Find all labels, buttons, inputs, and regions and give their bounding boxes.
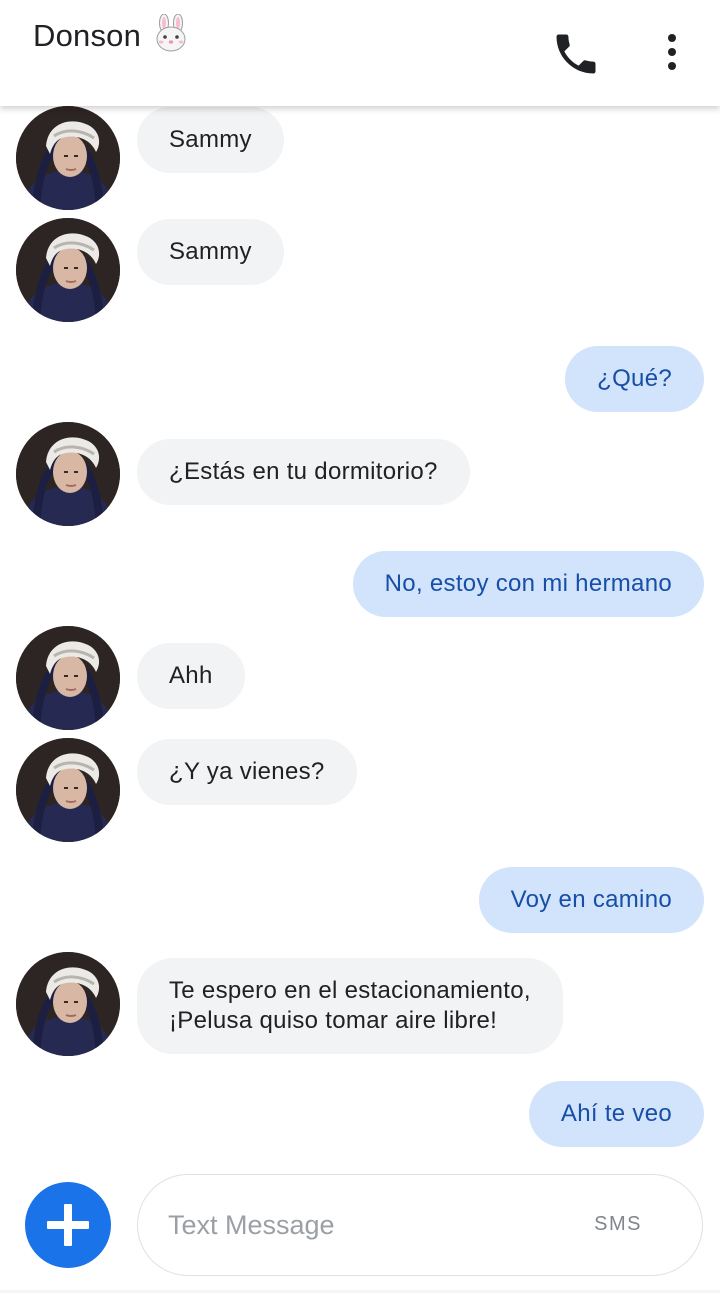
phone-icon	[556, 34, 596, 74]
contact-avatar[interactable]	[16, 738, 120, 842]
contact-avatar[interactable]	[16, 952, 120, 1056]
outgoing-message-bubble[interactable]: No, estoy con mi hermano	[352, 551, 704, 617]
incoming-message-bubble[interactable]: ¿Estás en tu dormitorio?	[137, 439, 470, 505]
contact-avatar[interactable]	[16, 106, 120, 210]
contact-avatar[interactable]	[16, 422, 120, 526]
conversation-title-group[interactable]: Donson	[33, 13, 189, 57]
incoming-message-bubble[interactable]: ¿Y ya vienes?	[137, 739, 357, 805]
outgoing-message-bubble[interactable]: ¿Qué?	[565, 346, 704, 412]
text-message-input[interactable]	[168, 1203, 558, 1247]
incoming-message-bubble[interactable]: Sammy	[137, 219, 284, 285]
call-button[interactable]	[550, 28, 602, 80]
sms-mode-label[interactable]: SMS	[594, 1213, 642, 1236]
incoming-message-bubble[interactable]: Te espero en el estacionamiento, ¡Pelusa…	[137, 958, 563, 1054]
conversation-title: Donson	[33, 17, 142, 53]
app-bar: Donson	[0, 0, 720, 106]
outgoing-message-bubble[interactable]: Voy en camino	[478, 867, 704, 933]
rabbit-face-icon	[153, 13, 189, 57]
more-options-button[interactable]	[656, 30, 688, 74]
conversation-screen: Donson Sammy Sammy ¿Qué? ¿Estás en tu do…	[0, 0, 720, 1293]
message-composer: SMS	[137, 1174, 703, 1276]
incoming-message-bubble[interactable]: Sammy	[137, 107, 284, 173]
incoming-message-bubble[interactable]: Ahh	[137, 643, 245, 709]
add-attachment-button[interactable]	[25, 1182, 111, 1268]
plus-icon	[47, 1204, 89, 1246]
contact-avatar[interactable]	[16, 626, 120, 730]
outgoing-message-bubble[interactable]: Ahí te veo	[528, 1081, 704, 1147]
contact-avatar[interactable]	[16, 218, 120, 322]
more-vert-icon	[668, 34, 676, 70]
